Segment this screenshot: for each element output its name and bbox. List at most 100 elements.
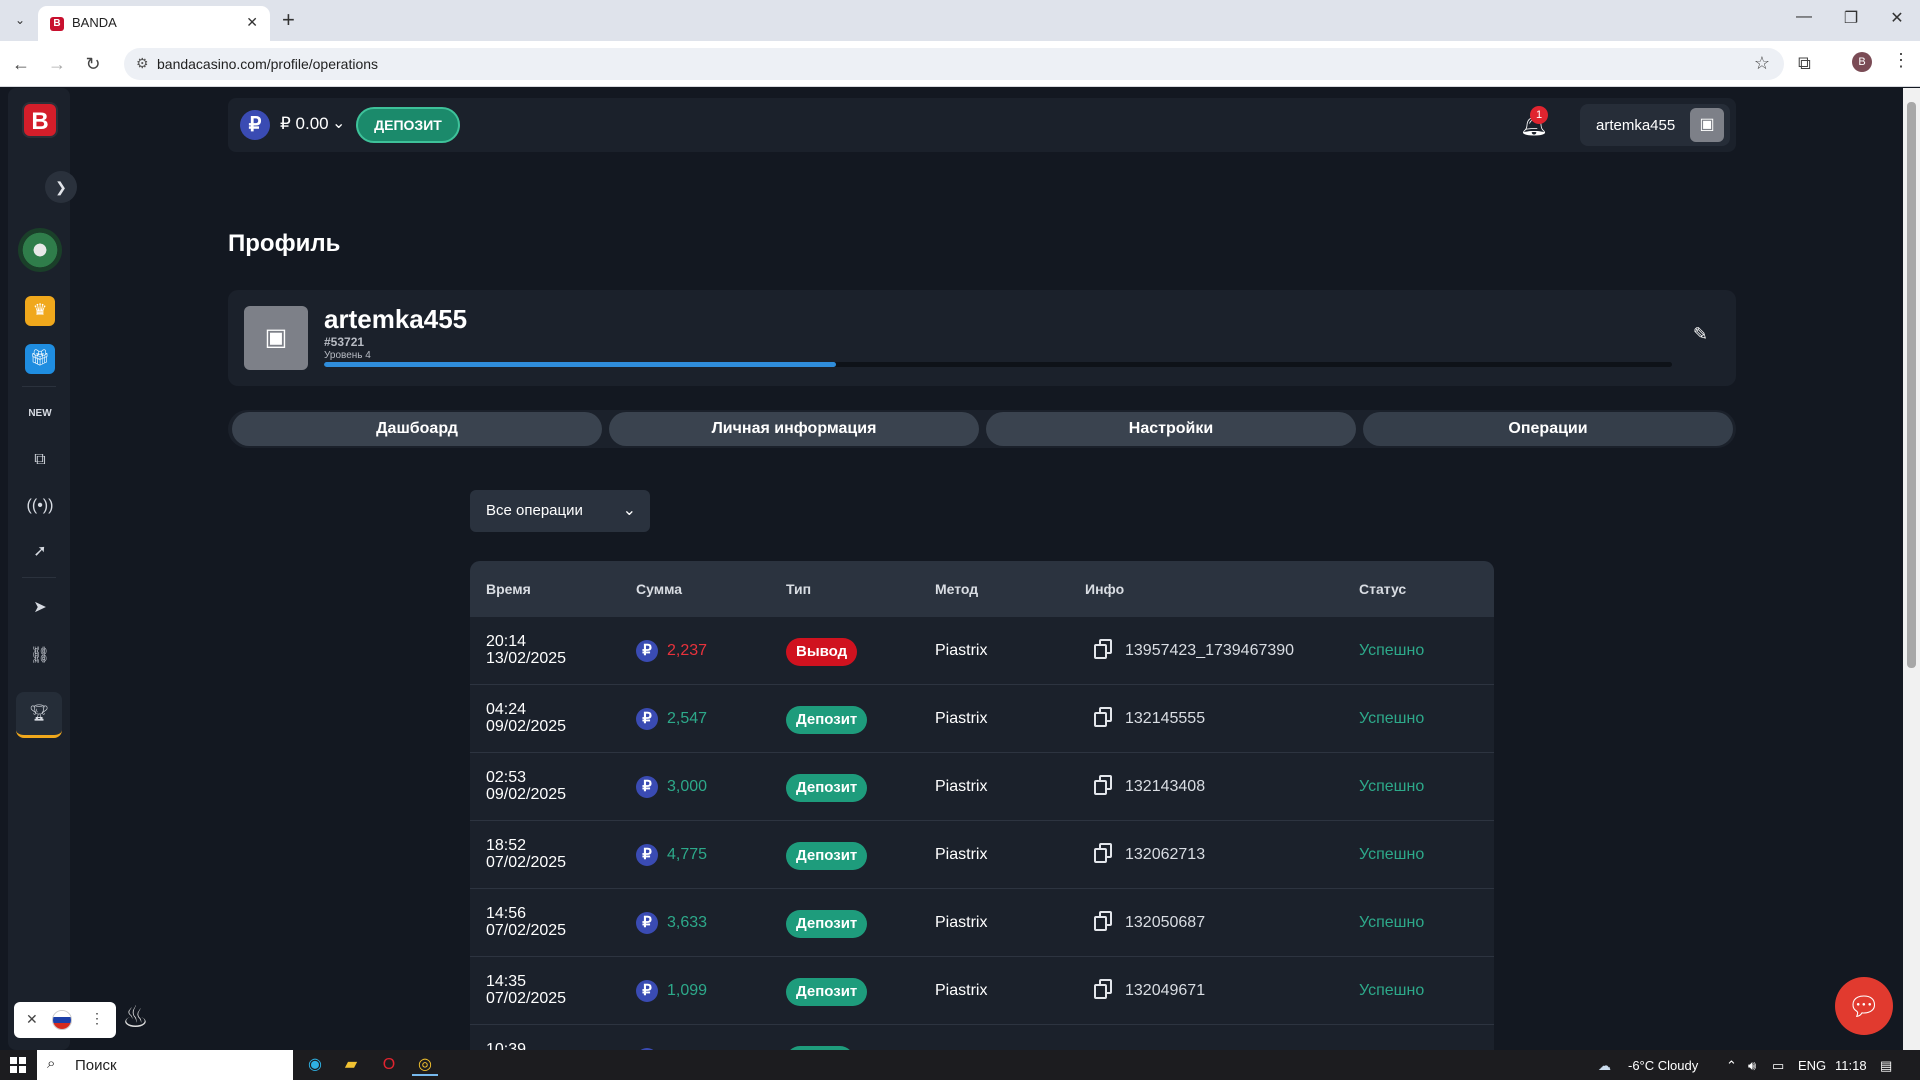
tab-dashboard[interactable]: Дашбоард (232, 412, 602, 446)
more-options-icon[interactable]: ⋮ (90, 1010, 104, 1027)
url-text[interactable]: bandacasino.com/profile/operations (157, 56, 378, 72)
ruble-icon: ₽ (636, 844, 658, 866)
trophy-icon[interactable]: 🏆︎ (16, 692, 62, 738)
operations-table: Время Сумма Тип Метод Инфо Статус 20:14 1… (470, 561, 1494, 1050)
weather-text[interactable]: -6°C Cloudy (1628, 1058, 1698, 1073)
crown-icon[interactable]: ♛ (25, 296, 55, 326)
slots-icon[interactable]: ⧉ (25, 445, 55, 475)
table-row: 04:24 09/02/2025 ₽2,547 Депозит Piastrix 1321… (470, 685, 1494, 753)
live-broadcast-icon[interactable]: ((•)) (25, 491, 55, 521)
row-info: 132049671 (1125, 982, 1206, 999)
tab-close-icon[interactable]: ✕ (246, 14, 258, 31)
notifications-icon[interactable]: ▤ (1880, 1058, 1892, 1074)
copy-icon[interactable] (1094, 639, 1114, 661)
row-status: Успешно (1359, 778, 1425, 795)
browser-profile-avatar[interactable]: B (1852, 52, 1872, 72)
operations-filter-select[interactable]: Все операции ⌄ (470, 490, 650, 532)
tab-settings[interactable]: Настройки (986, 412, 1356, 446)
network-icon[interactable]: ▭ (1772, 1058, 1784, 1074)
minimize-icon[interactable]: — (1789, 8, 1819, 26)
browser-menu-icon[interactable]: ⋮ (1892, 50, 1910, 71)
profile-avatar: ▣ (244, 306, 308, 370)
row-info: 132143408 (1125, 778, 1206, 795)
opera-icon[interactable]: O (376, 1054, 402, 1076)
row-datetime: 14:56 07/02/2025 (486, 905, 566, 939)
tray-chevron-up-icon[interactable]: ⌃ (1726, 1058, 1737, 1074)
ruble-icon: ₽ (636, 708, 658, 730)
row-info: 13957423_1739467390 (1125, 642, 1295, 659)
level-progress-bar (324, 362, 1672, 367)
browser-tab[interactable]: B BANDA ✕ (38, 6, 270, 41)
user-menu[interactable]: artemka455 ▣ (1580, 104, 1730, 146)
table-row: 14:56 07/02/2025 ₽3,633 Депозит Piastrix 1320… (470, 889, 1494, 957)
speaker-icon[interactable]: 🔊︎ (1748, 1058, 1756, 1074)
row-method: Piastrix (935, 642, 988, 659)
column-header-info: Инфо (1085, 581, 1125, 597)
row-amount: 3,000 (667, 778, 708, 795)
flame-icon[interactable]: ♨ (122, 1000, 149, 1035)
row-type-badge: Вывод (786, 638, 858, 666)
ruble-icon: ₽ (636, 912, 658, 934)
new-tab-icon[interactable]: + (282, 8, 295, 32)
balance-amount[interactable]: ₽ 0.00 (280, 114, 329, 134)
top-bar: ₽ ₽ 0.00 ⌄ Депозит 🔔︎ 1 artemka455 ▣ (228, 98, 1736, 152)
chevron-down-icon: ⌄ (622, 502, 636, 519)
close-icon[interactable]: ✕ (26, 1011, 38, 1028)
column-header-status: Статус (1359, 581, 1407, 597)
link-icon[interactable]: ⛓ (25, 641, 55, 671)
row-method: Piastrix (935, 846, 988, 863)
gift-icon[interactable]: 🎁︎ (25, 344, 55, 374)
row-date: 07/02/2025 (486, 990, 567, 1007)
column-header-amount: Сумма (636, 581, 683, 597)
sidebar-expand-chevron-icon[interactable]: ❯ (45, 171, 77, 203)
column-header-type: Тип (786, 581, 812, 597)
language-switcher[interactable]: ✕ ⋮ (14, 1002, 116, 1038)
rocket-icon[interactable]: ➚ (25, 537, 55, 567)
weather-cloud-icon[interactable]: ☁ (1598, 1058, 1611, 1074)
copy-icon[interactable] (1094, 843, 1114, 865)
sidebar-roulette-icon[interactable] (18, 228, 62, 272)
file-explorer-icon[interactable]: ▰ (338, 1054, 364, 1076)
support-chat-icon[interactable]: 💬︎ (1835, 977, 1893, 1035)
row-date: 09/02/2025 (486, 786, 567, 803)
telegram-icon[interactable]: ➤ (25, 593, 55, 623)
omnibox[interactable]: ⚙ bandacasino.com/profile/operations ☆ (124, 48, 1784, 80)
taskbar-clock[interactable]: 11:18 (1835, 1058, 1867, 1073)
new-games-icon[interactable]: NEW (25, 399, 55, 429)
scrollbar-thumb[interactable] (1907, 102, 1916, 668)
site-info-icon[interactable]: ⚙ (136, 55, 149, 72)
windows-start-icon[interactable] (10, 1057, 26, 1073)
row-time: 14:35 (486, 973, 527, 990)
reload-icon[interactable]: ↻ (81, 52, 105, 76)
tab-personal-info[interactable]: Личная информация (609, 412, 979, 446)
page-scrollbar[interactable] (1903, 88, 1920, 1050)
row-datetime: 04:24 09/02/2025 (486, 701, 566, 735)
restore-icon[interactable]: ❐ (1836, 8, 1866, 28)
extensions-icon[interactable]: ⧉ (1798, 53, 1811, 74)
bookmark-star-icon[interactable]: ☆ (1754, 53, 1770, 74)
copy-icon[interactable] (1094, 775, 1114, 797)
table-row: 20:14 13/02/2025 ₽2,237 Вывод Piastrix 139574… (470, 617, 1494, 685)
copy-icon[interactable] (1094, 979, 1114, 1001)
tab-search-icon[interactable]: ⌄ (10, 10, 30, 30)
copy-icon[interactable] (1094, 911, 1114, 933)
forward-icon[interactable]: → (45, 52, 69, 76)
copy-icon[interactable] (1094, 707, 1114, 729)
ruble-currency-icon[interactable]: ₽ (240, 110, 270, 140)
tab-operations[interactable]: Операции (1363, 412, 1733, 446)
balance-chevron-down-icon[interactable]: ⌄ (332, 113, 345, 133)
edge-icon[interactable]: ◉ (302, 1054, 328, 1076)
row-time: 10:39 (486, 1041, 527, 1050)
edit-profile-pencil-icon[interactable]: ✎ (1693, 324, 1708, 345)
ruble-icon: ₽ (636, 776, 658, 798)
row-time: 20:14 (486, 633, 527, 650)
russian-flag-icon[interactable] (52, 1010, 72, 1030)
back-icon[interactable]: ← (9, 52, 33, 76)
chrome-icon[interactable]: ◎ (412, 1054, 438, 1076)
site-logo[interactable]: B (22, 102, 58, 138)
window-close-icon[interactable]: ✕ (1882, 8, 1912, 28)
ruble-icon: ₽ (636, 640, 658, 662)
deposit-button[interactable]: Депозит (356, 107, 460, 143)
input-language[interactable]: ENG (1798, 1058, 1826, 1073)
taskbar-search-box[interactable]: ⌕ Поиск (37, 1050, 293, 1080)
